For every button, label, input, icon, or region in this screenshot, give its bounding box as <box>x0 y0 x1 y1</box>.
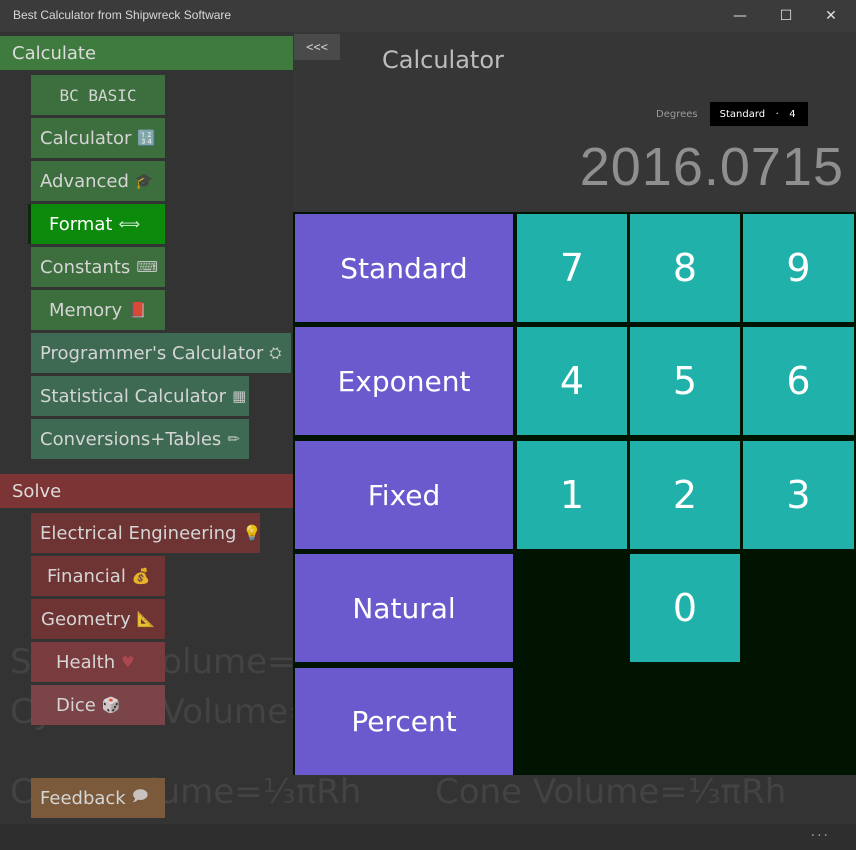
feedback-button[interactable]: Feedback 🗩 <box>31 778 165 818</box>
status-bar: ··· <box>0 824 856 850</box>
sidebar-item-format[interactable]: Format ⟺ <box>28 204 165 244</box>
window-title: Best Calculator from Shipwreck Software <box>13 8 232 22</box>
close-button[interactable]: ✕ <box>808 0 854 32</box>
format-mode-label: Standard <box>719 108 766 120</box>
digit-9-button[interactable]: 9 <box>743 214 854 322</box>
sidebar-item-calculator[interactable]: Calculator 🔢 <box>31 118 165 158</box>
page-title: Calculator <box>382 46 504 74</box>
collapse-sidebar-button[interactable]: <<< <box>294 34 340 60</box>
sidebar-item-label: Format <box>49 213 113 235</box>
sidebar-item-geometry[interactable]: Geometry 📐 <box>31 599 165 639</box>
sidebar: Calculate BC BASIC Calculator 🔢 Advanced… <box>0 32 293 850</box>
sidebar-item-label: Financial <box>47 565 126 587</box>
digit-4-button[interactable]: 4 <box>517 327 627 435</box>
sidebar-item-label: Calculator <box>40 127 132 149</box>
sidebar-item-label: Advanced <box>40 170 129 192</box>
format-mode-box[interactable]: Standard · 4 <box>709 102 808 126</box>
sidebar-item-label: Electrical Engineering <box>40 522 237 544</box>
sidebar-item-label: Dice <box>56 694 96 716</box>
more-options-icon[interactable]: ··· <box>811 828 830 844</box>
angle-mode-label[interactable]: Degrees <box>656 109 698 120</box>
sidebar-item-label: Statistical Calculator <box>40 385 227 407</box>
sidebar-item-bc-basic[interactable]: BC BASIC <box>31 75 165 115</box>
sidebar-item-label: Health <box>56 651 116 673</box>
keypad: Standard Exponent Fixed Natural Percent … <box>293 212 856 775</box>
sidebar-item-label: Constants <box>40 256 131 278</box>
double-arrow-icon: ⟺ <box>118 215 140 233</box>
sidebar-item-label: Geometry <box>41 608 131 630</box>
digit-2-button[interactable]: 2 <box>630 441 740 549</box>
triangle-ruler-icon: 📐 <box>136 610 156 628</box>
sidebar-item-constants[interactable]: Constants ⌨ <box>31 247 165 287</box>
sidebar-item-electrical-engineering[interactable]: Electrical Engineering 💡 <box>31 513 260 553</box>
format-exponent-button[interactable]: Exponent <box>295 327 513 435</box>
sidebar-item-dice[interactable]: Dice 🎲 <box>31 685 165 725</box>
digits-label: 4 <box>789 108 796 120</box>
keyboard-icon: ⌨ <box>136 258 158 276</box>
money-bag-icon: 💰 <box>131 567 151 585</box>
lightbulb-icon: 💡 <box>242 524 260 542</box>
sidebar-item-financial[interactable]: Financial 💰 <box>31 556 165 596</box>
chart-icon: ▦ <box>232 387 247 405</box>
separator-dot: · <box>775 108 779 120</box>
digit-6-button[interactable]: 6 <box>743 327 854 435</box>
calculate-section-header[interactable]: Calculate <box>0 36 293 70</box>
sidebar-item-statistical-calculator[interactable]: Statistical Calculator ▦ <box>31 376 249 416</box>
format-percent-button[interactable]: Percent <box>295 668 513 775</box>
calculator-display: 2016.0715 <box>579 137 844 197</box>
digit-1-button[interactable]: 1 <box>517 441 627 549</box>
book-icon: 📕 <box>128 301 147 319</box>
sidebar-item-programmers-calculator[interactable]: Programmer's Calculator ⛭ <box>31 333 291 373</box>
format-natural-button[interactable]: Natural <box>295 554 513 662</box>
format-standard-button[interactable]: Standard <box>295 214 513 322</box>
mode-indicator: Degrees Standard · 4 <box>656 102 808 126</box>
sidebar-item-memory[interactable]: Memory 📕 <box>31 290 165 330</box>
sidebar-item-label: BC BASIC <box>59 85 137 105</box>
sidebar-item-label: Programmer's Calculator <box>40 342 264 364</box>
digit-7-button[interactable]: 7 <box>517 214 627 322</box>
title-bar: Best Calculator from Shipwreck Software … <box>0 0 856 32</box>
digit-3-button[interactable]: 3 <box>743 441 854 549</box>
chip-icon: ⛭ <box>269 344 282 362</box>
sidebar-item-label: Memory <box>49 299 123 321</box>
heart-icon: ♥ <box>121 653 135 671</box>
sidebar-item-conversions-tables[interactable]: Conversions+Tables ✏ <box>31 419 249 459</box>
digit-5-button[interactable]: 5 <box>630 327 740 435</box>
digit-8-button[interactable]: 8 <box>630 214 740 322</box>
app-body: Cone Volume=⅓πRh Cone Volume=⅓πRh Cylind… <box>0 32 856 850</box>
solve-section-header[interactable]: Solve <box>0 474 293 508</box>
background-formula: Cone Volume=⅓πRh <box>435 772 787 812</box>
speech-bubble-icon: 🗩 <box>131 786 149 805</box>
calculator-icon: 🔢 <box>137 129 157 147</box>
graduation-cap-icon: 🎓 <box>134 172 154 190</box>
feedback-label: Feedback <box>40 787 126 809</box>
sidebar-item-health[interactable]: Health ♥ <box>31 642 165 682</box>
maximize-button[interactable]: ☐ <box>763 0 809 32</box>
dice-icon: 🎲 <box>101 696 121 714</box>
digit-0-button[interactable]: 0 <box>630 554 740 662</box>
sidebar-item-label: Conversions+Tables <box>40 428 222 450</box>
sidebar-item-advanced[interactable]: Advanced 🎓 <box>31 161 165 201</box>
ruler-icon: ✏ <box>227 430 240 448</box>
format-fixed-button[interactable]: Fixed <box>295 441 513 549</box>
minimize-button[interactable]: — <box>717 0 763 32</box>
